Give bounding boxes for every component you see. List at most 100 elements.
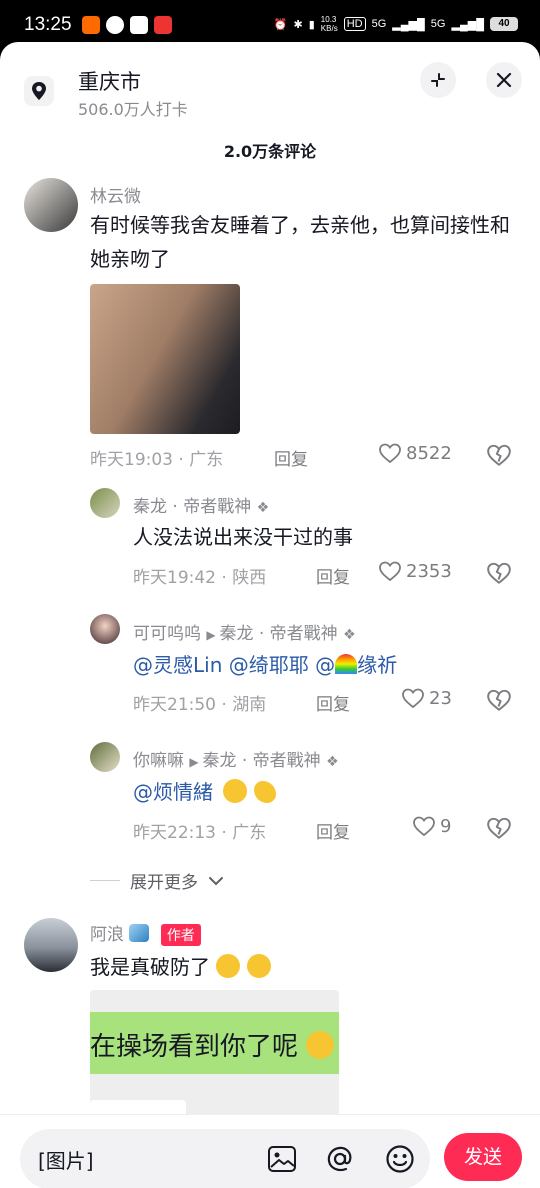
- like-button[interactable]: 8522: [378, 442, 452, 464]
- comment-username[interactable]: 阿浪 作者: [90, 920, 201, 946]
- minimize-button[interactable]: [420, 62, 456, 98]
- comment-meta: 昨天19:03 · 广东: [90, 445, 223, 470]
- crying-emoji-icon: [216, 954, 241, 978]
- reply-text: @灵感Lin @绮耶耶 @ 缘祈: [133, 648, 397, 682]
- bluetooth-icon: ✱: [293, 18, 303, 31]
- comments-sheet: 重庆市 506.0万人打卡 2.0万条评论 林云微 有时候等我舍友睡着了，去亲他…: [0, 42, 540, 1188]
- avatar[interactable]: [90, 742, 120, 772]
- comment-text: 我是真破防了: [90, 950, 271, 984]
- comment-input-bar: [图片] 发送: [0, 1114, 540, 1188]
- reply-region: 陕西: [232, 568, 267, 588]
- app-notification-icon: [82, 16, 100, 34]
- mention-link[interactable]: @烦情緒: [133, 780, 213, 804]
- mention-name: 缘祈: [357, 653, 398, 677]
- net-speed: 10.3 KB/s: [320, 15, 338, 33]
- avatar[interactable]: [90, 488, 120, 518]
- like-count: 23: [429, 687, 452, 709]
- meta-separator: ·: [221, 568, 233, 588]
- reply-arrow-icon: ▶: [189, 755, 203, 769]
- minimize-icon: [431, 73, 445, 87]
- like-count: 2353: [406, 560, 452, 582]
- comment-image[interactable]: [90, 284, 240, 434]
- image-caption: 在操场看到你了呢: [90, 1026, 335, 1063]
- reply-button[interactable]: 回复: [274, 445, 308, 470]
- send-button[interactable]: 发送: [444, 1133, 522, 1181]
- comment-count-title: 2.0万条评论: [223, 142, 317, 161]
- battery-indicator: 40: [490, 17, 518, 31]
- reply-username-text: 可可呜呜: [133, 624, 201, 644]
- close-button[interactable]: [486, 62, 522, 98]
- emoji-icon[interactable]: [385, 1144, 415, 1174]
- reply-meta: 昨天19:42 · 陕西: [133, 563, 266, 588]
- reply-to-username: 秦龙 · 帝者戰神: [219, 624, 338, 644]
- reply-region: 湖南: [232, 695, 267, 715]
- heart-icon: [379, 443, 401, 464]
- like-button[interactable]: 23: [401, 687, 452, 709]
- reply-username[interactable]: 你嘛嘛 ▶ 秦龙 · 帝者戰神 ❖: [133, 746, 339, 771]
- mention-at: @: [315, 653, 336, 677]
- author-tag: 作者: [160, 924, 201, 946]
- city-name[interactable]: 重庆市: [78, 66, 141, 96]
- app-icon: [154, 16, 172, 34]
- avatar[interactable]: [90, 614, 120, 644]
- reply-button[interactable]: 回复: [316, 563, 350, 588]
- comment-time: 昨天19:03: [90, 450, 173, 470]
- signal-bars-icon: ▂▄▆█: [451, 18, 484, 31]
- reply-time: 昨天21:50: [133, 695, 216, 715]
- strong-arm-emoji-icon: [253, 781, 276, 803]
- expand-more-label: 展开更多: [130, 873, 198, 893]
- hd-badge: HD: [343, 17, 366, 31]
- reply-time: 昨天22:13: [133, 823, 216, 843]
- reply-username[interactable]: 秦龙 · 帝者戰神 ❖: [133, 492, 269, 517]
- vibrate-icon: ▮: [308, 18, 315, 31]
- reply-button[interactable]: 回复: [316, 818, 350, 843]
- mention-link[interactable]: @ 缘祈: [315, 653, 397, 677]
- notification-icons: [82, 16, 172, 34]
- broken-heart-icon[interactable]: [486, 561, 512, 585]
- crying-emoji-icon: [246, 954, 271, 978]
- signal-1: 5G: [371, 18, 387, 30]
- close-icon: [496, 72, 512, 88]
- badge-icon: ❖: [256, 500, 270, 516]
- image-icon[interactable]: [267, 1145, 297, 1173]
- heart-icon: [402, 688, 424, 709]
- reply-region: 广东: [232, 823, 267, 843]
- heart-icon: [379, 561, 401, 582]
- meta-separator: ·: [178, 450, 190, 470]
- comment-text: 有时候等我舍友睡着了，去亲他，也算间接性和她亲吻了: [90, 213, 510, 271]
- reply-username-text: 秦龙 · 帝者戰神: [133, 497, 252, 517]
- alarm-icon: ⏰: [273, 18, 288, 31]
- checkin-count: 506.0万人打卡: [78, 100, 188, 119]
- reply-meta: 昨天22:13 · 广东: [133, 818, 266, 843]
- broken-heart-icon[interactable]: [486, 816, 512, 840]
- expand-more-button[interactable]: 展开更多: [90, 868, 224, 893]
- like-button[interactable]: 9: [412, 815, 451, 837]
- avatar[interactable]: [24, 918, 78, 972]
- avatar[interactable]: [24, 178, 78, 232]
- reply-text: @烦情緒: [133, 775, 276, 809]
- reply-button[interactable]: 回复: [316, 690, 350, 715]
- badge-icon: ❖: [326, 754, 339, 770]
- status-right: ⏰ ✱ ▮ 10.3 KB/s HD 5G ▂▄▆█ 5G ▂▄▆█ 40: [274, 15, 518, 33]
- mention-link[interactable]: @灵感Lin: [133, 653, 222, 677]
- badge-icon: ❖: [343, 627, 356, 643]
- comment-region: 广东: [189, 450, 224, 470]
- comment-text-content: 我是真破防了: [90, 955, 210, 979]
- divider-line: [90, 880, 120, 881]
- reply-text: 人没法说出来没干过的事: [133, 525, 353, 549]
- image-caption-text: 在操场看到你了呢: [90, 1032, 299, 1062]
- comment-username[interactable]: 林云微: [90, 182, 141, 207]
- comment-input[interactable]: [图片]: [20, 1129, 430, 1188]
- mention-link[interactable]: @绮耶耶: [229, 653, 309, 677]
- reply-meta: 昨天21:50 · 湖南: [133, 690, 266, 715]
- smile-emoji-icon: [306, 1031, 335, 1059]
- broken-heart-icon[interactable]: [486, 443, 512, 467]
- comment-image[interactable]: 在操场看到你了呢: [90, 990, 339, 1120]
- signal-2: 5G: [430, 18, 446, 30]
- calendar-icon: [130, 16, 148, 34]
- reply-username[interactable]: 可可呜呜 ▶ 秦龙 · 帝者戰神 ❖: [133, 619, 356, 644]
- meta-separator: ·: [221, 695, 233, 715]
- like-button[interactable]: 2353: [378, 560, 452, 582]
- broken-heart-icon[interactable]: [486, 688, 512, 712]
- at-icon[interactable]: [325, 1144, 355, 1174]
